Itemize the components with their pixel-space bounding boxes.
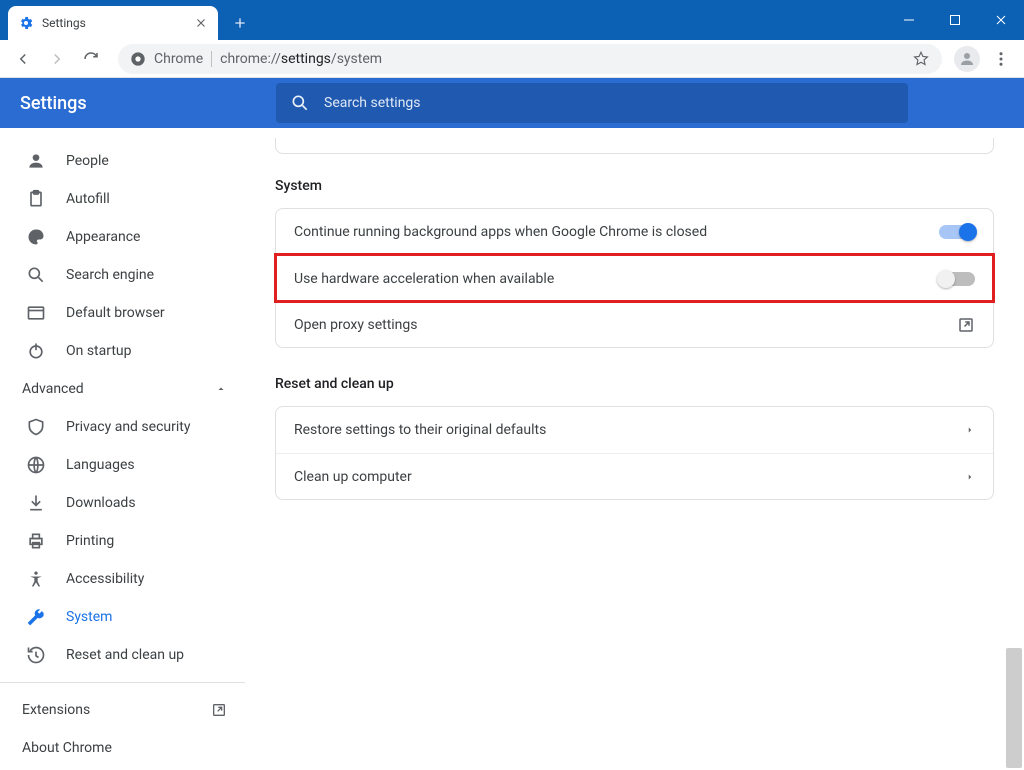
sidebar-link-label: Extensions [22,702,90,718]
row-label: Restore settings to their original defau… [294,422,546,438]
sidebar-item-label: Accessibility [66,571,144,587]
forward-button[interactable] [42,44,72,74]
sidebar-item-label: Default browser [66,305,165,321]
chevron-up-icon [215,383,227,395]
divider [211,51,212,67]
browser-tab[interactable]: Settings [8,6,218,40]
back-button[interactable] [8,44,38,74]
section-title-system: System [275,178,994,194]
person-icon [26,151,46,171]
sidebar: People Autofill Appearance Search engine… [0,128,245,770]
sidebar-item-system[interactable]: System [0,598,245,636]
globe-icon [26,455,46,475]
system-card: Continue running background apps when Go… [275,208,994,348]
sidebar-item-label: System [66,609,112,625]
open-external-icon [957,316,975,334]
sidebar-item-privacy[interactable]: Privacy and security [0,408,245,446]
tab-title: Settings [42,16,86,30]
row-restore-defaults[interactable]: Restore settings to their original defau… [276,407,993,453]
close-icon[interactable] [194,16,208,30]
sidebar-item-label: Search engine [66,267,154,283]
clipboard-icon [26,189,46,209]
new-tab-button[interactable] [228,11,252,35]
sidebar-group-label: Advanced [22,381,84,397]
power-icon [26,341,46,361]
sidebar-item-label: Appearance [66,229,140,245]
search-icon [290,93,310,113]
window-icon [26,303,46,323]
download-icon [26,493,46,513]
sidebar-item-label: People [66,153,109,169]
profile-button[interactable] [954,46,980,72]
minimize-button[interactable] [886,0,932,40]
row-label: Continue running background apps when Go… [294,224,707,240]
menu-button[interactable] [986,44,1016,74]
sidebar-item-label: Downloads [66,495,136,511]
sidebar-item-label: Privacy and security [66,419,190,435]
chevron-right-icon [965,472,975,482]
content: People Autofill Appearance Search engine… [0,128,1024,770]
search-settings[interactable] [276,83,908,123]
address-bar[interactable]: Chrome chrome://settings/system [118,44,942,74]
sidebar-item-accessibility[interactable]: Accessibility [0,560,245,598]
scrollbar[interactable] [1006,648,1022,768]
shield-icon [26,417,46,437]
sidebar-item-on-startup[interactable]: On startup [0,332,245,370]
accessibility-icon [26,569,46,589]
search-input[interactable] [324,95,894,111]
sidebar-about[interactable]: About Chrome [0,729,245,767]
browser-toolbar: Chrome chrome://settings/system [0,40,1024,78]
row-label: Clean up computer [294,469,412,485]
sidebar-item-autofill[interactable]: Autofill [0,180,245,218]
row-label: Use hardware acceleration when available [294,271,554,287]
chrome-product-icon [130,51,146,67]
sidebar-item-label: Languages [66,457,135,473]
sidebar-item-people[interactable]: People [0,142,245,180]
window-controls [886,0,1024,40]
reset-card: Restore settings to their original defau… [275,406,994,500]
row-hardware-acceleration[interactable]: Use hardware acceleration when available [276,255,993,301]
sidebar-item-search-engine[interactable]: Search engine [0,256,245,294]
open-external-icon [211,702,227,718]
row-background-apps[interactable]: Continue running background apps when Go… [276,209,993,255]
reload-button[interactable] [76,44,106,74]
search-icon [26,265,46,285]
previous-section-card-edge [275,138,994,154]
sidebar-extensions[interactable]: Extensions [0,691,245,729]
main-pane: System Continue running background apps … [245,128,1024,770]
divider [0,682,245,683]
sidebar-item-printing[interactable]: Printing [0,522,245,560]
section-title-reset: Reset and clean up [275,376,994,392]
sidebar-item-label: Autofill [66,191,110,207]
wrench-icon [26,607,46,627]
sidebar-item-reset[interactable]: Reset and clean up [0,636,245,674]
sidebar-link-label: About Chrome [22,740,112,756]
maximize-button[interactable] [932,0,978,40]
row-label: Open proxy settings [294,317,418,333]
row-clean-up[interactable]: Clean up computer [276,453,993,499]
page-title: Settings [20,93,260,114]
window-titlebar: Settings [0,0,1024,40]
row-proxy-settings[interactable]: Open proxy settings [276,301,993,347]
sidebar-item-languages[interactable]: Languages [0,446,245,484]
printer-icon [26,531,46,551]
sidebar-item-downloads[interactable]: Downloads [0,484,245,522]
star-icon[interactable] [912,50,930,68]
omnibox-chip: Chrome [154,51,203,67]
sidebar-group-advanced[interactable]: Advanced [0,370,245,408]
toggle-hardware-acceleration[interactable] [939,272,975,286]
palette-icon [26,227,46,247]
sidebar-item-label: On startup [66,343,132,359]
close-window-button[interactable] [978,0,1024,40]
sidebar-item-label: Reset and clean up [66,647,184,663]
settings-header: Settings [0,78,1024,128]
gear-icon [18,15,34,31]
sidebar-item-appearance[interactable]: Appearance [0,218,245,256]
sidebar-item-default-browser[interactable]: Default browser [0,294,245,332]
restore-icon [26,645,46,665]
chevron-right-icon [965,425,975,435]
omnibox-url: chrome://settings/system [220,51,382,67]
sidebar-item-label: Printing [66,533,114,549]
toggle-background-apps[interactable] [939,225,975,239]
